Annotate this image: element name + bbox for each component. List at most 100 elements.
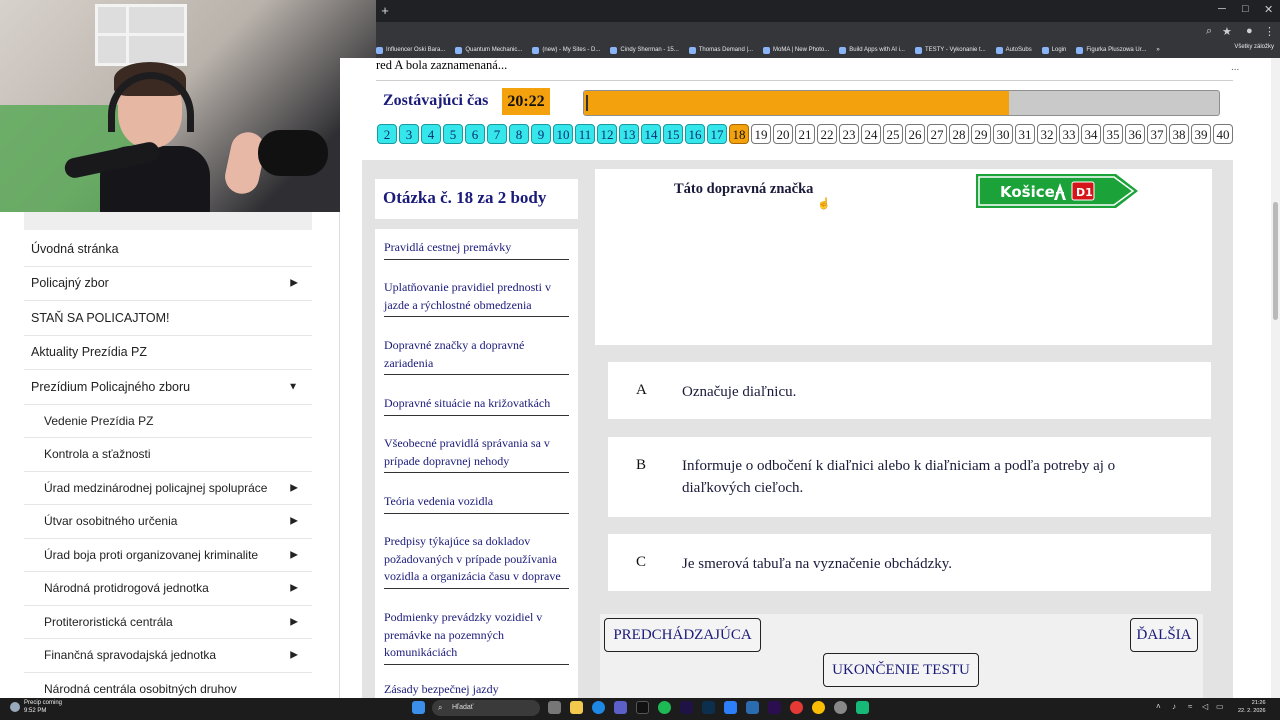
app-icon-2[interactable]	[856, 701, 869, 714]
tray-chevron-icon[interactable]: ˄	[1156, 702, 1161, 711]
question-number-button[interactable]: 11	[575, 124, 595, 144]
app-icon[interactable]	[636, 701, 649, 714]
question-number-button[interactable]: 35	[1103, 124, 1123, 144]
chrome-icon[interactable]	[790, 701, 803, 714]
category-link[interactable]: Predpisy týkajúce sa dokladov požadovaný…	[384, 533, 569, 589]
question-number-button[interactable]: 37	[1147, 124, 1167, 144]
sidebar-subitem[interactable]: Národná protidrogová jednotka ▶	[24, 572, 312, 606]
question-number-button[interactable]: 9	[531, 124, 551, 144]
question-number-button[interactable]: 5	[443, 124, 463, 144]
question-number-button[interactable]: 20	[773, 124, 793, 144]
category-link[interactable]: Teória vedenia vozidla	[384, 493, 569, 514]
question-number-button[interactable]: 6	[465, 124, 485, 144]
sidebar-item[interactable]: Úvodná stránka	[24, 232, 312, 267]
taskbar-clock[interactable]: 21:26 22. 2. 2026	[1238, 699, 1266, 715]
question-number-button[interactable]: 7	[487, 124, 507, 144]
question-number-button[interactable]: 19	[751, 124, 771, 144]
new-tab-button[interactable]: +	[378, 4, 392, 18]
sidebar-subitem[interactable]: Kontrola a sťažnosti	[24, 438, 312, 472]
edge-icon[interactable]	[592, 701, 605, 714]
photoshop-icon[interactable]	[746, 701, 759, 714]
caret-down-icon[interactable]: ▼	[288, 381, 298, 392]
category-link[interactable]: Zásady bezpečnej jazdy	[384, 681, 569, 698]
settings-icon[interactable]	[834, 701, 847, 714]
question-number-button[interactable]: 40	[1213, 124, 1233, 144]
question-number-button[interactable]: 12	[597, 124, 617, 144]
sidebar-subitem[interactable]: Úrad boja proti organizovanej kriminalit…	[24, 539, 312, 572]
microphone-icon[interactable]: ♪	[1172, 702, 1176, 711]
finish-test-button[interactable]: UKONČENIE TESTU	[823, 653, 979, 687]
question-number-button[interactable]: 15	[663, 124, 683, 144]
volume-icon[interactable]: ◁	[1202, 702, 1208, 711]
question-number-button[interactable]: 17	[707, 124, 727, 144]
category-link[interactable]: Uplatňovanie pravidiel prednosti v jazde…	[384, 279, 569, 317]
bookmark-item[interactable]: Thomas Demand |...	[688, 46, 753, 54]
question-number-button[interactable]: 31	[1015, 124, 1035, 144]
question-number-button[interactable]: 10	[553, 124, 573, 144]
question-number-button[interactable]: 22	[817, 124, 837, 144]
question-number-button[interactable]: 32	[1037, 124, 1057, 144]
question-number-button[interactable]: 25	[883, 124, 903, 144]
caret-right-icon[interactable]: ▶	[290, 482, 298, 493]
question-number-button[interactable]: 24	[861, 124, 881, 144]
caret-right-icon[interactable]: ▶	[290, 549, 298, 560]
category-link[interactable]: Všeobecné pravidlá správania sa v prípad…	[384, 435, 569, 473]
question-number-button[interactable]: 34	[1081, 124, 1101, 144]
sidebar-subitem[interactable]: Útvar osobitného určenia ▶	[24, 505, 312, 539]
question-number-button[interactable]: 29	[971, 124, 991, 144]
question-number-button[interactable]: 14	[641, 124, 661, 144]
close-icon[interactable]: ✕	[1264, 3, 1273, 16]
bookmark-item[interactable]: Quantum Mechanic...	[455, 46, 522, 54]
bookmark-item[interactable]: Figurka Pluszowa Ur...	[1076, 46, 1146, 54]
question-number-button[interactable]: 26	[905, 124, 925, 144]
weather-widget[interactable]: Precip coming 9:52 PM	[24, 699, 62, 715]
question-number-button[interactable]: 21	[795, 124, 815, 144]
caret-right-icon[interactable]: ▶	[290, 278, 298, 289]
bookmark-item[interactable]: Build Apps with AI i...	[839, 46, 905, 54]
question-number-button[interactable]: 2	[377, 124, 397, 144]
bookmark-item[interactable]: Cindy Sherman - 15...	[610, 46, 679, 54]
answer-option[interactable]: A Označuje diaľnicu.	[608, 362, 1211, 419]
sidebar-subitem[interactable]: Finančná spravodajská jednotka ▶	[24, 639, 312, 673]
question-number-button[interactable]: 27	[927, 124, 947, 144]
answer-option[interactable]: B Informuje o odbočení k diaľnici alebo k…	[608, 437, 1211, 517]
next-button[interactable]: ĎALŠIA	[1130, 618, 1198, 652]
wifi-icon[interactable]: ≈	[1188, 702, 1192, 711]
taskbar-search[interactable]: Hľadať	[432, 700, 540, 716]
question-number-button[interactable]: 13	[619, 124, 639, 144]
teams-icon[interactable]	[614, 701, 627, 714]
question-number-button[interactable]: 3	[399, 124, 419, 144]
after-effects-icon[interactable]	[680, 701, 693, 714]
premiere-icon[interactable]	[768, 701, 781, 714]
category-link[interactable]: Pravidlá cestnej premávky	[384, 239, 569, 260]
sidebar-subitem[interactable]: Vedenie Prezídia PZ	[24, 405, 312, 438]
bookmark-item[interactable]: Login	[1041, 46, 1066, 54]
zoom-icon[interactable]: ⌕	[1206, 25, 1212, 38]
chrome-profile-icon[interactable]	[812, 701, 825, 714]
weather-icon[interactable]	[10, 702, 20, 712]
caret-right-icon[interactable]: ▶	[290, 650, 298, 661]
page-scrollbar[interactable]	[1271, 58, 1280, 698]
sidebar-subitem[interactable]: Protiteroristická centrála ▶	[24, 606, 312, 639]
question-number-button[interactable]: 18	[729, 124, 749, 144]
question-number-button[interactable]: 23	[839, 124, 859, 144]
sidebar-subitem[interactable]: Úrad medzinárodnej policajnej spolupráce…	[24, 472, 312, 505]
caret-right-icon[interactable]: ▶	[290, 583, 298, 594]
question-number-button[interactable]: 38	[1169, 124, 1189, 144]
profile-icon[interactable]: ●	[1246, 25, 1253, 37]
previous-button[interactable]: PREDCHÁDZAJÚCA	[604, 618, 761, 652]
sidebar-item[interactable]: Aktuality Prezídia PZ	[24, 336, 312, 370]
task-view-icon[interactable]	[548, 701, 561, 714]
category-link[interactable]: Dopravné situácie na križovatkách	[384, 395, 569, 416]
question-number-button[interactable]: 36	[1125, 124, 1145, 144]
scrollbar-thumb[interactable]	[1273, 202, 1278, 320]
sidebar-item[interactable]: STAŇ SA POLICAJTOM!	[24, 301, 312, 336]
bookmark-item[interactable]: Influencer Oski Bara...	[376, 46, 445, 54]
file-explorer-icon[interactable]	[570, 701, 583, 714]
question-number-button[interactable]: 30	[993, 124, 1013, 144]
lightroom-icon[interactable]	[702, 701, 715, 714]
maximize-icon[interactable]: □	[1242, 3, 1249, 15]
minimize-icon[interactable]: ─	[1218, 3, 1226, 15]
question-number-button[interactable]: 4	[421, 124, 441, 144]
bookmark-item[interactable]: (new) - My Sites - D...	[532, 46, 600, 54]
